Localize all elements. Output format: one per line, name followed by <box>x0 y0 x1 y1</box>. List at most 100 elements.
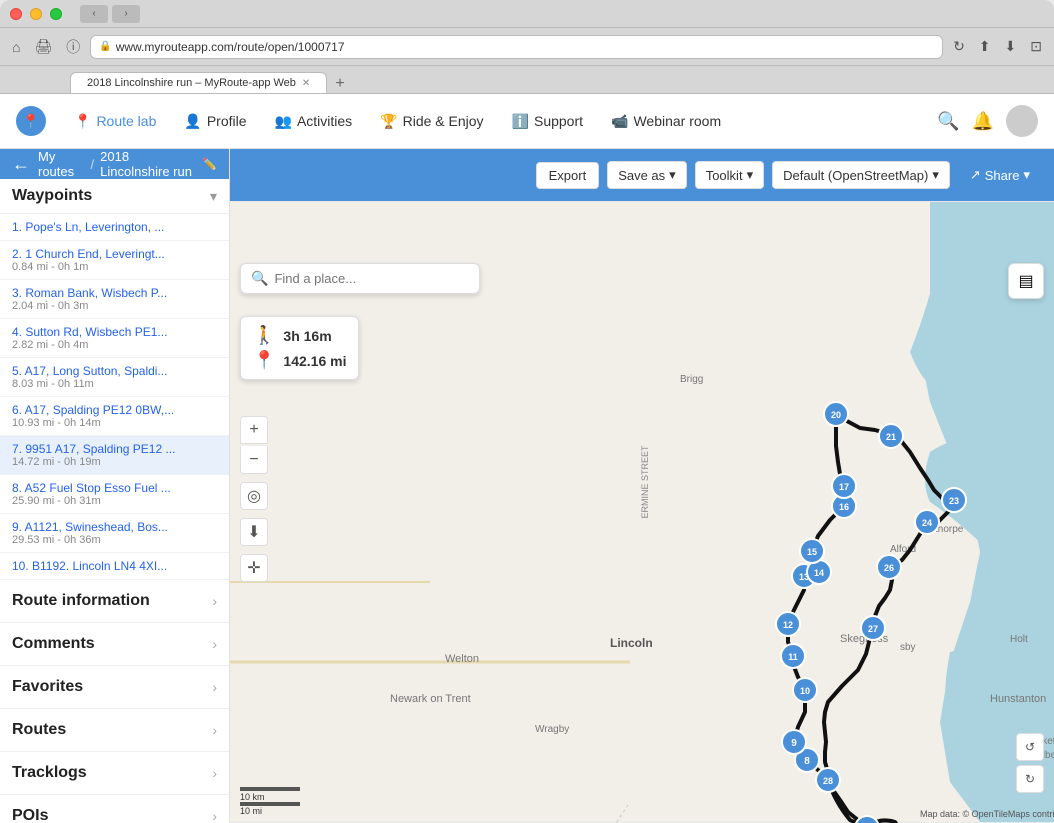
fullscreen-window-btn[interactable] <box>50 8 62 20</box>
zoom-out-btn[interactable]: − <box>240 446 268 474</box>
browser-info-btn[interactable]: ⓘ <box>62 35 84 59</box>
search-nav-btn[interactable]: 🔍 <box>937 111 959 132</box>
section-chevron-icon: › <box>212 636 217 652</box>
download-map-btn[interactable]: ⬇ <box>240 518 268 546</box>
save-as-label: Save as <box>618 168 665 183</box>
sidebar-back-btn[interactable]: ← <box>12 154 30 175</box>
nav-item-webinar[interactable]: 📹 Webinar room <box>599 107 733 136</box>
map-search-input[interactable] <box>274 271 469 286</box>
app-logo[interactable]: 📍 <box>16 106 46 136</box>
section-title: Favorites <box>12 678 83 696</box>
svg-text:16: 16 <box>839 502 849 512</box>
duration-value: 3h 16m <box>283 328 331 344</box>
svg-text:11: 11 <box>788 652 798 662</box>
ride-enjoy-icon: 🏆 <box>380 113 397 130</box>
waypoint-item-8[interactable]: 8. A52 Fuel Stop Esso Fuel ... 25.90 mi … <box>0 475 229 514</box>
duration-stat: 🚶 3h 16m <box>253 325 346 346</box>
refresh-btn[interactable]: ↻ <box>949 36 969 57</box>
sidebar-item-route-information[interactable]: Route information › <box>0 580 229 623</box>
close-window-btn[interactable] <box>10 8 22 20</box>
user-avatar[interactable] <box>1006 105 1038 137</box>
back-browser-btn[interactable]: ‹ <box>80 5 108 23</box>
breadcrumb-parent[interactable]: My routes <box>38 149 85 179</box>
tab-close-btn[interactable]: ✕ <box>302 78 310 89</box>
waypoint-item-1[interactable]: 1. Pope's Ln, Leverington, ... <box>0 214 229 241</box>
browser-expand-btn[interactable]: ⊡ <box>1026 36 1046 57</box>
section-chevron-icon: › <box>212 765 217 781</box>
waypoint-name: 9. A1121, Swineshead, Bos... <box>12 520 217 534</box>
edit-route-icon[interactable]: ✏️ <box>202 157 217 171</box>
crosshair-btn[interactable]: ✛ <box>240 554 268 582</box>
waypoint-meta: 8.03 mi - 0h 11m <box>12 378 217 390</box>
sidebar-header: ← My routes / 2018 Lincolnshire run ✏️ <box>0 149 229 179</box>
share-btn[interactable]: ↗ Share ▾ <box>958 162 1042 188</box>
browser-download-btn[interactable]: ⬇ <box>1001 36 1021 57</box>
distance-icon: 📍 <box>253 350 275 371</box>
reset-tilt-btn[interactable]: ↻ <box>1016 765 1044 793</box>
active-tab[interactable]: 2018 Lincolnshire run – MyRoute-app Web … <box>70 72 327 93</box>
waypoints-section-header[interactable]: Waypoints ▾ <box>0 179 229 214</box>
waypoint-item-3[interactable]: 3. Roman Bank, Wisbech P... 2.04 mi - 0h… <box>0 280 229 319</box>
waypoint-item-4[interactable]: 4. Sutton Rd, Wisbech PE1... 2.82 mi - 0… <box>0 319 229 358</box>
nav-item-ride-enjoy-label: Ride & Enjoy <box>403 113 484 129</box>
layer-toggle-btn[interactable]: ▤ <box>1008 263 1044 299</box>
route-toolbar-bar: Export Save as ▾ Toolkit ▾ Default (Open… <box>230 149 1054 201</box>
waypoint-item-6[interactable]: 6. A17, Spalding PE12 0BW,... 10.93 mi -… <box>0 397 229 436</box>
window-chrome: ‹ › <box>0 0 1054 28</box>
browser-home-btn[interactable]: ⌂ <box>8 37 24 57</box>
nav-item-route-lab[interactable]: 📍 Route lab <box>62 107 168 136</box>
section-title: Comments <box>12 635 95 653</box>
map-style-btn[interactable]: Default (OpenStreetMap) ▾ <box>772 161 950 189</box>
nav-item-support-label: Support <box>534 113 583 129</box>
sidebar-item-favorites[interactable]: Favorites › <box>0 666 229 709</box>
browser-share-btn[interactable]: ⬆ <box>975 36 995 57</box>
minimize-window-btn[interactable] <box>30 8 42 20</box>
address-bar[interactable]: 🔒 www.myrouteapp.com/route/open/1000717 <box>90 35 943 59</box>
svg-text:10 km: 10 km <box>240 792 265 802</box>
waypoint-item-10[interactable]: 10. B1192. Lincoln LN4 4XI... <box>0 553 229 580</box>
nav-item-route-lab-label: Route lab <box>96 113 156 129</box>
sidebar-item-tracklogs[interactable]: Tracklogs › <box>0 752 229 795</box>
sidebar-item-comments[interactable]: Comments › <box>0 623 229 666</box>
export-btn[interactable]: Export <box>536 162 600 189</box>
map-style-chevron: ▾ <box>932 167 939 183</box>
waypoint-name: 3. Roman Bank, Wisbech P... <box>12 286 217 300</box>
waypoints-list: 1. Pope's Ln, Leverington, ... 2. 1 Chur… <box>0 214 229 580</box>
location-btn[interactable]: ◎ <box>240 482 268 510</box>
profile-icon: 👤 <box>184 113 201 130</box>
toolkit-btn[interactable]: Toolkit ▾ <box>695 161 764 189</box>
map-controls: + − ◎ ⬇ ✛ <box>240 416 268 582</box>
toolkit-label: Toolkit <box>706 168 743 183</box>
notifications-btn[interactable]: 🔔 <box>972 111 994 132</box>
nav-item-support[interactable]: ℹ️ Support <box>500 107 595 136</box>
route-stats: 🚶 3h 16m 📍 142.16 mi <box>240 316 359 380</box>
sidebar-item-routes[interactable]: Routes › <box>0 709 229 752</box>
route-title-text: 2018 Lincolnshire run <box>100 149 198 179</box>
nav-right: 🔍 🔔 <box>937 105 1038 137</box>
map-canvas[interactable]: ERMINE STREET Lincoln Welton Newark on T… <box>230 201 1054 823</box>
waypoint-name: 2. 1 Church End, Leveringt... <box>12 247 217 261</box>
nav-item-activities-label: Activities <box>297 113 352 129</box>
browser-print-btn[interactable]: 🖨 <box>30 36 56 57</box>
waypoint-meta: 10.93 mi - 0h 14m <box>12 417 217 429</box>
nav-item-ride-enjoy[interactable]: 🏆 Ride & Enjoy <box>368 107 495 136</box>
waypoint-item-5[interactable]: 5. A17, Long Sutton, Spaldi... 8.03 mi -… <box>0 358 229 397</box>
route-lab-icon: 📍 <box>74 113 91 130</box>
save-as-btn[interactable]: Save as ▾ <box>607 161 687 189</box>
waypoint-item-7[interactable]: 7. 9951 A17, Spalding PE12 ... 14.72 mi … <box>0 436 229 475</box>
waypoint-item-2[interactable]: 2. 1 Church End, Leveringt... 0.84 mi - … <box>0 241 229 280</box>
forward-browser-btn[interactable]: › <box>112 5 140 23</box>
reset-north-btn[interactable]: ↺ <box>1016 733 1044 761</box>
map-search[interactable]: 🔍 <box>240 263 480 294</box>
map-svg: ERMINE STREET Lincoln Welton Newark on T… <box>230 201 1054 823</box>
new-tab-btn[interactable]: + <box>327 75 352 93</box>
waypoint-item-9[interactable]: 9. A1121, Swineshead, Bos... 29.53 mi - … <box>0 514 229 553</box>
tab-bar: 2018 Lincolnshire run – MyRoute-app Web … <box>0 66 1054 94</box>
nav-item-activities[interactable]: 👥 Activities <box>263 107 365 136</box>
svg-text:9: 9 <box>791 738 797 749</box>
zoom-in-btn[interactable]: + <box>240 416 268 444</box>
nav-item-profile[interactable]: 👤 Profile <box>172 107 258 136</box>
app-nav: 📍 📍 Route lab 👤 Profile 👥 Activities 🏆 R… <box>0 94 1054 149</box>
sidebar-item-pois[interactable]: POIs › <box>0 795 229 823</box>
waypoint-meta: 14.72 mi - 0h 19m <box>12 456 217 468</box>
